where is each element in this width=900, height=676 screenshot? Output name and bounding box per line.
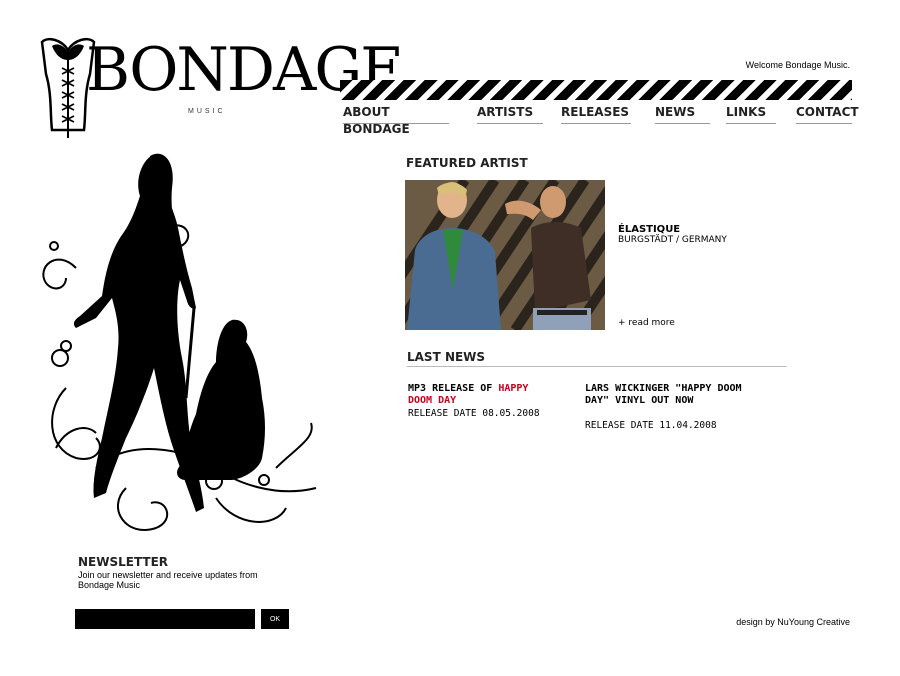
last-news-heading: LAST NEWS — [407, 350, 486, 364]
news-divider — [407, 366, 787, 367]
news-item-title[interactable]: LARS WICKINGER "HAPPY DOOM DAY" VINYL OU… — [585, 383, 745, 407]
news-item-date: RELEASE DATE 08.05.2008 — [408, 408, 540, 419]
silhouette-illustration-icon — [42, 153, 317, 531]
stripe-banner — [340, 80, 852, 100]
artist-location: BURGSTÄDT / GERMANY — [618, 235, 727, 245]
logo-subtitle: MUSIC — [188, 108, 226, 115]
artist-photo-image — [405, 180, 605, 330]
newsletter-description: Join our newsletter and receive updates … — [78, 570, 258, 590]
nav-item-releases[interactable]: RELEASES — [561, 104, 631, 124]
welcome-text: Welcome Bondage Music. — [745, 60, 850, 70]
news-title-text: LARS WICKINGER "HAPPY DOOM DAY" VINYL OU… — [585, 383, 742, 406]
nav-item-links[interactable]: LINKS — [726, 104, 776, 124]
news-item-date: RELEASE DATE 11.04.2008 — [585, 420, 717, 431]
nav-item-contact[interactable]: CONTACT — [796, 104, 859, 124]
artist-name[interactable]: ÉLASTIQUE — [618, 224, 680, 235]
silhouette-artwork — [36, 148, 356, 548]
read-more-link[interactable]: + read more — [618, 318, 675, 328]
nav-item-about[interactable]: ABOUT BONDAGE — [343, 104, 449, 136]
newsletter-heading: NEWSLETTER — [78, 555, 169, 569]
newsletter-email-input[interactable] — [75, 609, 255, 629]
newsletter-ok-button[interactable]: OK — [261, 609, 289, 629]
design-credit[interactable]: design by NuYoung Creative — [736, 617, 850, 627]
nav-item-artists[interactable]: ARTISTS — [477, 104, 543, 124]
news-item-title[interactable]: MP3 RELEASE OF HAPPY DOOM DAY — [408, 383, 558, 407]
news-title-text: MP3 RELEASE OF — [408, 383, 499, 394]
featured-artist-heading: FEATURED ARTIST — [406, 156, 528, 170]
nav-item-news[interactable]: NEWS — [655, 104, 710, 124]
main-nav: ABOUT BONDAGE ARTISTS RELEASES NEWS LINK… — [340, 104, 859, 136]
featured-artist-photo[interactable] — [405, 180, 605, 330]
